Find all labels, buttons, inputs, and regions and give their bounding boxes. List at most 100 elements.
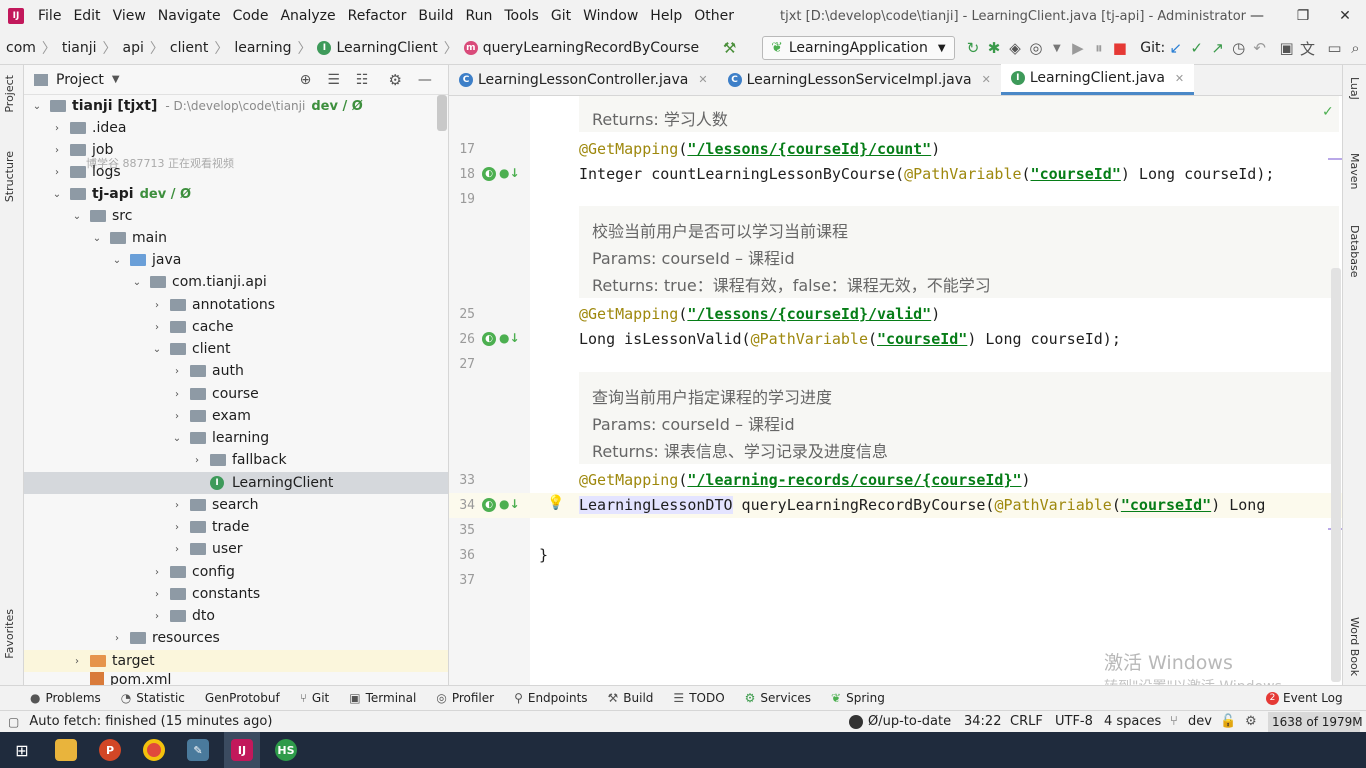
locate-icon[interactable]: ⊕	[300, 72, 312, 88]
terminal-tab[interactable]: ▣ Terminal	[349, 691, 416, 705]
tree-row-annotations[interactable]: › annotations	[24, 294, 448, 316]
tab-learninglessoncontroller[interactable]: C LearningLessonController.java ✕	[449, 64, 718, 95]
close-icon[interactable]: ✕	[982, 73, 991, 86]
spring-mapping-icon[interactable]: ◐	[482, 498, 496, 512]
collapse-all-icon[interactable]: ☷	[356, 72, 369, 88]
tree-row-tj-api[interactable]: ⌄ tj-api dev / Ø	[24, 183, 448, 205]
structure-side-tab[interactable]: Structure	[3, 151, 16, 202]
inspection-ok-icon[interactable]: ✓	[1322, 104, 1334, 120]
problems-tab[interactable]: ● Problems	[30, 691, 101, 705]
breadcrumb-client[interactable]: client	[170, 40, 208, 56]
indent-setting[interactable]: 4 spaces	[1104, 714, 1161, 729]
presentation-icon[interactable]: ▭	[1326, 36, 1343, 60]
vcs-status-text[interactable]: Ø/up-to-date	[868, 714, 951, 729]
menu-edit[interactable]: Edit	[67, 0, 106, 32]
tree-row-cache[interactable]: › cache	[24, 316, 448, 338]
services-tab[interactable]: ⚙ Services	[745, 691, 811, 705]
menu-refactor[interactable]: Refactor	[342, 0, 413, 32]
history-icon[interactable]: ◷	[1230, 36, 1247, 60]
windows-start-icon[interactable]: ⊞	[4, 732, 40, 768]
profiler-tab[interactable]: ◎ Profiler	[436, 691, 494, 705]
tab-learningclient[interactable]: I LearningClient.java ✕	[1000, 64, 1195, 95]
menu-help[interactable]: Help	[644, 0, 688, 32]
word-book-side-tab[interactable]: Word Book	[1348, 617, 1361, 676]
lightbulb-icon[interactable]: 💡	[547, 495, 564, 511]
tree-row-java[interactable]: ⌄ java	[24, 249, 448, 271]
menu-other[interactable]: Other	[688, 0, 740, 32]
menu-tools[interactable]: Tools	[498, 0, 545, 32]
luaj-side-tab[interactable]: LuaJ	[1348, 77, 1361, 100]
breadcrumb-method[interactable]: queryLearningRecordByCourse	[483, 40, 699, 56]
git-branch[interactable]: dev	[1188, 714, 1212, 729]
spring-mapping-icon[interactable]: ◐	[482, 332, 496, 346]
lock-icon[interactable]: 🔓	[1220, 714, 1236, 729]
run-config-select[interactable]: ❦ LearningApplication ▼	[762, 36, 955, 60]
chevron-down-icon[interactable]: ▼	[1048, 36, 1065, 60]
spring-mapping-icon[interactable]: ◐	[482, 167, 496, 181]
tree-row-resources[interactable]: › resources	[24, 627, 448, 649]
maven-side-tab[interactable]: Maven	[1348, 153, 1361, 189]
genprotobuf-tab[interactable]: GenProtobuf	[205, 691, 280, 705]
menu-view[interactable]: View	[107, 0, 152, 32]
tree-scrollbar[interactable]	[437, 95, 447, 131]
breadcrumb-learningclient[interactable]: LearningClient	[336, 40, 437, 56]
run-icon[interactable]: ▶	[1069, 36, 1086, 60]
caret-position[interactable]: 34:22	[964, 714, 1001, 729]
statistic-tab[interactable]: ◔ Statistic	[121, 691, 185, 705]
project-side-tab[interactable]: Project	[3, 75, 16, 113]
tree-row-learningclient[interactable]: I LearningClient	[24, 472, 448, 494]
file-explorer-icon[interactable]	[48, 732, 84, 768]
tree-row-course[interactable]: › course	[24, 383, 448, 405]
chevron-down-icon[interactable]: ▼	[112, 74, 120, 85]
tree-row-root[interactable]: ⌄ tianji [tjxt] - D:\develop\code\tianji…	[24, 95, 448, 117]
rollback-icon[interactable]: ↶	[1251, 36, 1268, 60]
gear-icon[interactable]: ⚙	[388, 71, 401, 89]
debug-icon[interactable]: ✱	[986, 36, 1003, 60]
favorites-side-tab[interactable]: Favorites	[3, 609, 16, 659]
menu-build[interactable]: Build	[412, 0, 459, 32]
todo-tab[interactable]: ☰ TODO	[673, 691, 724, 705]
tree-row-user[interactable]: › user	[24, 538, 448, 560]
translate-icon[interactable]: 文	[1299, 36, 1316, 60]
menu-navigate[interactable]: Navigate	[152, 0, 227, 32]
tree-row-fallback[interactable]: › fallback	[24, 449, 448, 471]
close-icon[interactable]: ✕	[698, 73, 707, 86]
breadcrumb-com[interactable]: com	[6, 40, 36, 56]
profiler-icon[interactable]: ◎	[1027, 36, 1044, 60]
tree-row-auth[interactable]: › auth	[24, 360, 448, 382]
implementation-icon[interactable]: ●↓	[499, 166, 520, 180]
tree-row-idea[interactable]: › .idea	[24, 117, 448, 139]
event-log-tab[interactable]: 2 Event Log	[1266, 691, 1343, 705]
powerpoint-icon[interactable]: P	[92, 732, 128, 768]
menu-code[interactable]: Code	[227, 0, 275, 32]
git-tab[interactable]: ⑂ Git	[300, 691, 330, 705]
tab-learninglessonserviceimpl[interactable]: C LearningLessonServiceImpl.java ✕	[718, 64, 1001, 95]
project-structure-icon[interactable]: ▣	[1278, 36, 1295, 60]
hs-app-icon[interactable]: HS	[268, 732, 304, 768]
git-commit-icon[interactable]: ✓	[1188, 36, 1205, 60]
project-panel-title[interactable]: Project	[56, 72, 104, 88]
memory-indicator[interactable]: 1638 of 1979M	[1268, 712, 1363, 732]
settings-icon[interactable]: ⚙	[1245, 714, 1257, 729]
tree-row-config[interactable]: › config	[24, 561, 448, 583]
spring-tab[interactable]: ❦ Spring	[831, 691, 885, 705]
tree-row-src[interactable]: ⌄ src	[24, 205, 448, 227]
rerun-icon[interactable]: ↻	[965, 36, 982, 60]
line-separator[interactable]: CRLF	[1010, 714, 1043, 729]
tree-row-pom[interactable]: pom.xml	[24, 672, 448, 685]
tree-row-main[interactable]: ⌄ main	[24, 227, 448, 249]
chrome-icon[interactable]	[136, 732, 172, 768]
toggle-tool-windows-icon[interactable]: ▢	[8, 715, 19, 729]
tree-row-learning[interactable]: ⌄ learning	[24, 427, 448, 449]
stop-icon[interactable]: ■	[1111, 36, 1128, 60]
endpoints-tab[interactable]: ⚲ Endpoints	[514, 691, 587, 705]
minimize-icon[interactable]: —	[1238, 0, 1276, 32]
close-icon[interactable]: ✕	[1175, 72, 1184, 85]
tree-row-search[interactable]: › search	[24, 494, 448, 516]
git-push-icon[interactable]: ↗	[1209, 36, 1226, 60]
git-update-icon[interactable]: ↙	[1167, 36, 1184, 60]
intellij-taskbar-icon[interactable]: IJ	[224, 732, 260, 768]
restore-icon[interactable]: ❐	[1284, 0, 1322, 32]
menu-analyze[interactable]: Analyze	[274, 0, 341, 32]
build-tab[interactable]: ⚒ Build	[608, 691, 654, 705]
